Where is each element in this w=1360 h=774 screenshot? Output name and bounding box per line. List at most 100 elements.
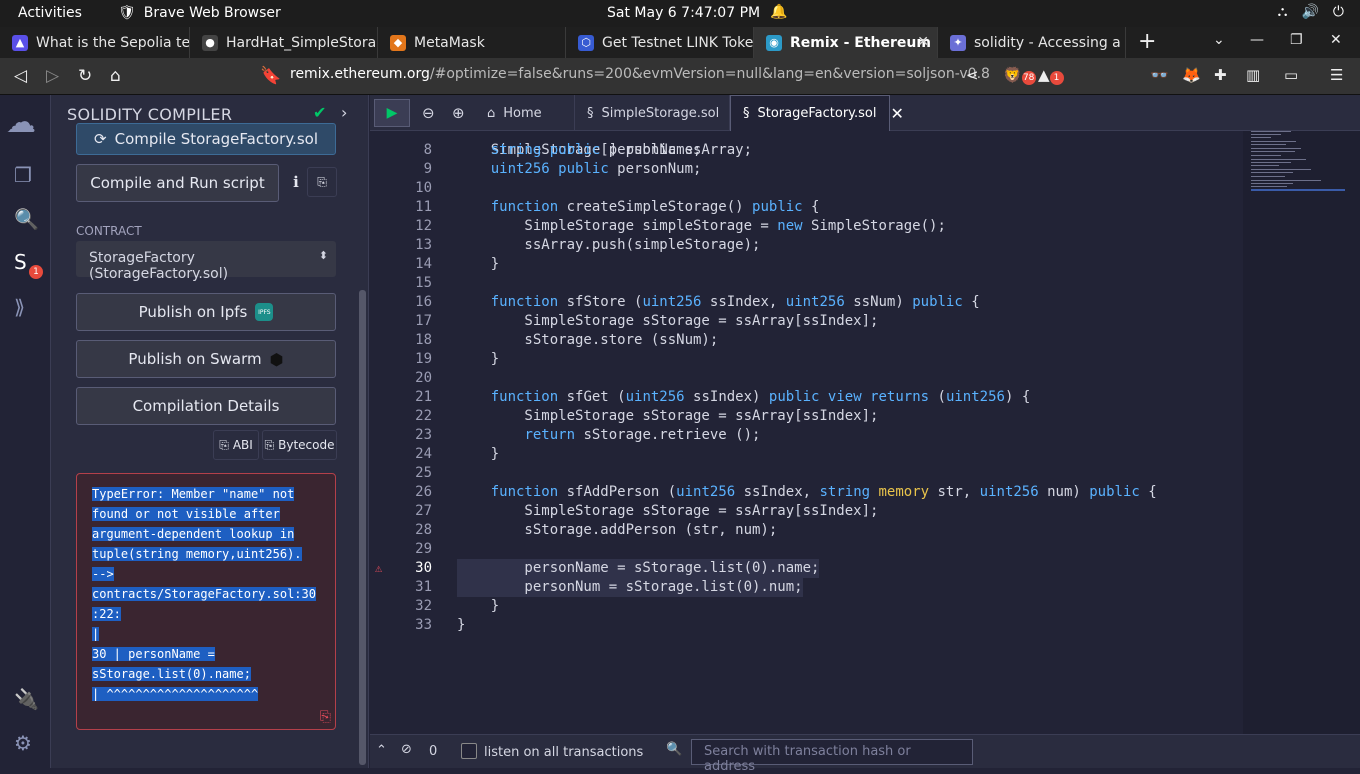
search-icon: 🔍 — [666, 742, 683, 757]
home-icon[interactable]: ⌂ — [110, 66, 121, 86]
back-icon[interactable]: ◁ — [14, 66, 27, 86]
code-editor[interactable]: SimpleStorage[] public ssArray; 8 string… — [370, 131, 1360, 734]
contract-select[interactable]: StorageFactory (StorageFactory.sol) ⬍ — [76, 241, 336, 282]
browser-tab[interactable]: ● HardHat_SimpleStora — [190, 27, 378, 58]
code-text: function sfStore (uint256 ssIndex, uint2… — [490, 294, 980, 310]
url-field[interactable]: remix.ethereum.org/#optimize=false&runs=… — [290, 66, 990, 82]
tab-title: Get Testnet LINK Toke — [602, 34, 754, 51]
tab-storagefactory[interactable]: § StorageFactory.sol ✕ — [730, 95, 904, 131]
network-icon[interactable]: ⛬ — [1278, 4, 1288, 20]
remix-favicon-icon: ◉ — [766, 34, 782, 51]
code-text: function sfAddPerson (uint256 ssIndex, s… — [490, 484, 1157, 500]
compiler-error-badge: 1 — [29, 265, 43, 279]
remix-logo-icon[interactable]: ☁ — [6, 105, 36, 140]
copy-error-icon[interactable]: ⎘ — [320, 709, 331, 725]
publish-swarm-button[interactable]: Publish on Swarm ⬢ — [76, 340, 336, 378]
code-line: 8 string public personName; — [370, 141, 1240, 160]
line-number: 18 — [415, 332, 432, 348]
terminal-bar: ⌃ ⊘ 0 listen on all transactions 🔍 Searc… — [370, 734, 1360, 774]
close-tab-icon[interactable]: ✕ — [917, 34, 929, 50]
power-icon[interactable]: ⏻ — [1333, 4, 1344, 20]
bookmark-icon[interactable]: 🔖 — [260, 66, 281, 86]
hamburger-menu-icon[interactable]: ☰ — [1330, 66, 1343, 84]
code-line: 27 SimpleStorage sStorage = ssArray[ssIn… — [370, 502, 1240, 521]
code-line: 28 sStorage.addPerson (str, num); — [370, 521, 1240, 540]
metamask-extension-icon[interactable]: 🦊 — [1182, 66, 1201, 84]
code-text: ssArray.push(simpleStorage); — [457, 237, 761, 253]
wallet-icon[interactable]: ▭ — [1284, 66, 1298, 84]
line-number: 33 — [415, 617, 432, 633]
system-top-bar: Activities 🛡 Brave Web Browser Sat May 6… — [0, 0, 1360, 27]
listen-checkbox[interactable] — [461, 743, 477, 759]
browser-tab[interactable]: ⬡ Get Testnet LINK Toke — [566, 27, 754, 58]
brave-rewards-icon[interactable]: ▲ 1 — [1038, 66, 1064, 85]
run-script-button[interactable]: ▶ — [374, 99, 410, 127]
copy-script-icon[interactable]: ⎘ — [307, 167, 337, 197]
reload-icon[interactable]: ↻ — [78, 66, 92, 86]
tab-menu-chevron-icon[interactable]: ⌄ — [1213, 32, 1225, 48]
browser-tab-active[interactable]: ◉ Remix - Ethereum I ✕ — [754, 27, 938, 58]
line-number: 20 — [415, 370, 432, 386]
tab-title: solidity - Accessing a p — [974, 34, 1126, 51]
new-tab-button[interactable]: + — [1138, 29, 1156, 54]
code-text: } — [457, 598, 500, 614]
copy-abi-button[interactable]: ⎘ ABI — [213, 430, 259, 460]
line-number: 13 — [415, 237, 432, 253]
zoom-in-icon[interactable]: ⊕ — [448, 95, 465, 131]
close-tab-icon[interactable]: ✕ — [890, 104, 903, 123]
plugin-manager-icon[interactable]: 🔌 — [14, 687, 39, 711]
code-line: 10 — [370, 179, 1240, 198]
share-icon[interactable]: ⋖ — [966, 66, 979, 84]
pending-tx-count: 0 — [429, 744, 438, 759]
browser-tab[interactable]: ◆ MetaMask — [378, 27, 566, 58]
expand-terminal-icon[interactable]: ⌃ — [376, 743, 387, 758]
line-number: 19 — [415, 351, 432, 367]
search-icon[interactable]: 🔍 — [14, 207, 39, 231]
activities-button[interactable]: Activities — [18, 5, 82, 21]
compile-error-box: TypeError: Member "name" not found or no… — [76, 473, 336, 730]
compilation-details-button[interactable]: Compilation Details — [76, 387, 336, 425]
zoom-out-icon[interactable]: ⊖ — [418, 95, 435, 131]
transaction-search-input[interactable]: Search with transaction hash or address — [691, 739, 973, 774]
compile-and-run-button[interactable]: Compile and Run script — [76, 164, 279, 202]
code-line: 23 return sStorage.retrieve (); — [370, 426, 1240, 445]
brave-shields-icon[interactable]: 🦁78 — [1003, 66, 1036, 85]
solidity-compiler-icon[interactable]: S — [14, 250, 27, 274]
notification-bell-icon[interactable]: 🔔 — [770, 4, 787, 20]
editor-minimap[interactable] — [1243, 131, 1360, 734]
deploy-run-icon[interactable]: ⟫ — [14, 295, 25, 319]
volume-icon[interactable]: 🔊 — [1301, 4, 1318, 20]
copy-bytecode-button[interactable]: ⎘ Bytecode — [262, 430, 337, 460]
tab-home[interactable]: ⌂ Home — [475, 95, 575, 131]
file-explorer-icon[interactable]: ❐ — [14, 163, 32, 187]
minimize-icon[interactable]: — — [1250, 32, 1264, 48]
clock[interactable]: Sat May 6 7:47:07 PM — [607, 5, 760, 21]
tab-title: HardHat_SimpleStora — [226, 34, 377, 51]
code-text: return sStorage.retrieve (); — [524, 427, 761, 443]
clear-console-icon[interactable]: ⊘ — [401, 742, 412, 757]
restore-icon[interactable]: ❐ — [1290, 32, 1303, 48]
extensions-puzzle-icon[interactable]: ✚ — [1214, 66, 1227, 84]
copy-icon: ⎘ — [264, 437, 275, 452]
forward-icon[interactable]: ▷ — [46, 66, 59, 86]
publish-ipfs-button[interactable]: Publish on Ipfs IPFS — [76, 293, 336, 331]
extension-glasses-icon[interactable]: 👓 — [1150, 66, 1169, 84]
compile-button[interactable]: ⟳ Compile StorageFactory.sol — [76, 123, 336, 155]
settings-gear-icon[interactable]: ⚙ — [14, 731, 32, 755]
browser-tab[interactable]: ▲ What is the Sepolia te — [0, 27, 190, 58]
browser-tab[interactable]: ✦ solidity - Accessing a p — [938, 27, 1126, 58]
info-icon[interactable]: ℹ — [287, 167, 305, 197]
panel-scrollbar[interactable] — [359, 290, 366, 765]
code-line: 33} — [370, 616, 1240, 635]
error-message[interactable]: TypeError: Member "name" not found or no… — [92, 484, 316, 704]
close-window-icon[interactable]: ✕ — [1330, 32, 1342, 48]
line-number: 21 — [415, 389, 432, 405]
code-line: 16 function sfStore (uint256 ssIndex, ui… — [370, 293, 1240, 312]
system-tray[interactable]: ⛬ 🔊 ⏻ — [1278, 4, 1344, 20]
tab-simplestorage[interactable]: § SimpleStorage.sol — [575, 95, 730, 131]
collapse-chevron-icon[interactable]: › — [341, 103, 347, 122]
app-menu[interactable]: 🛡 Brave Web Browser — [118, 5, 281, 21]
sepolia-favicon-icon: ▲ — [12, 34, 28, 51]
error-gutter-icon[interactable]: ⚠ — [375, 559, 382, 578]
sidebar-toggle-icon[interactable]: ▥ — [1246, 66, 1260, 84]
